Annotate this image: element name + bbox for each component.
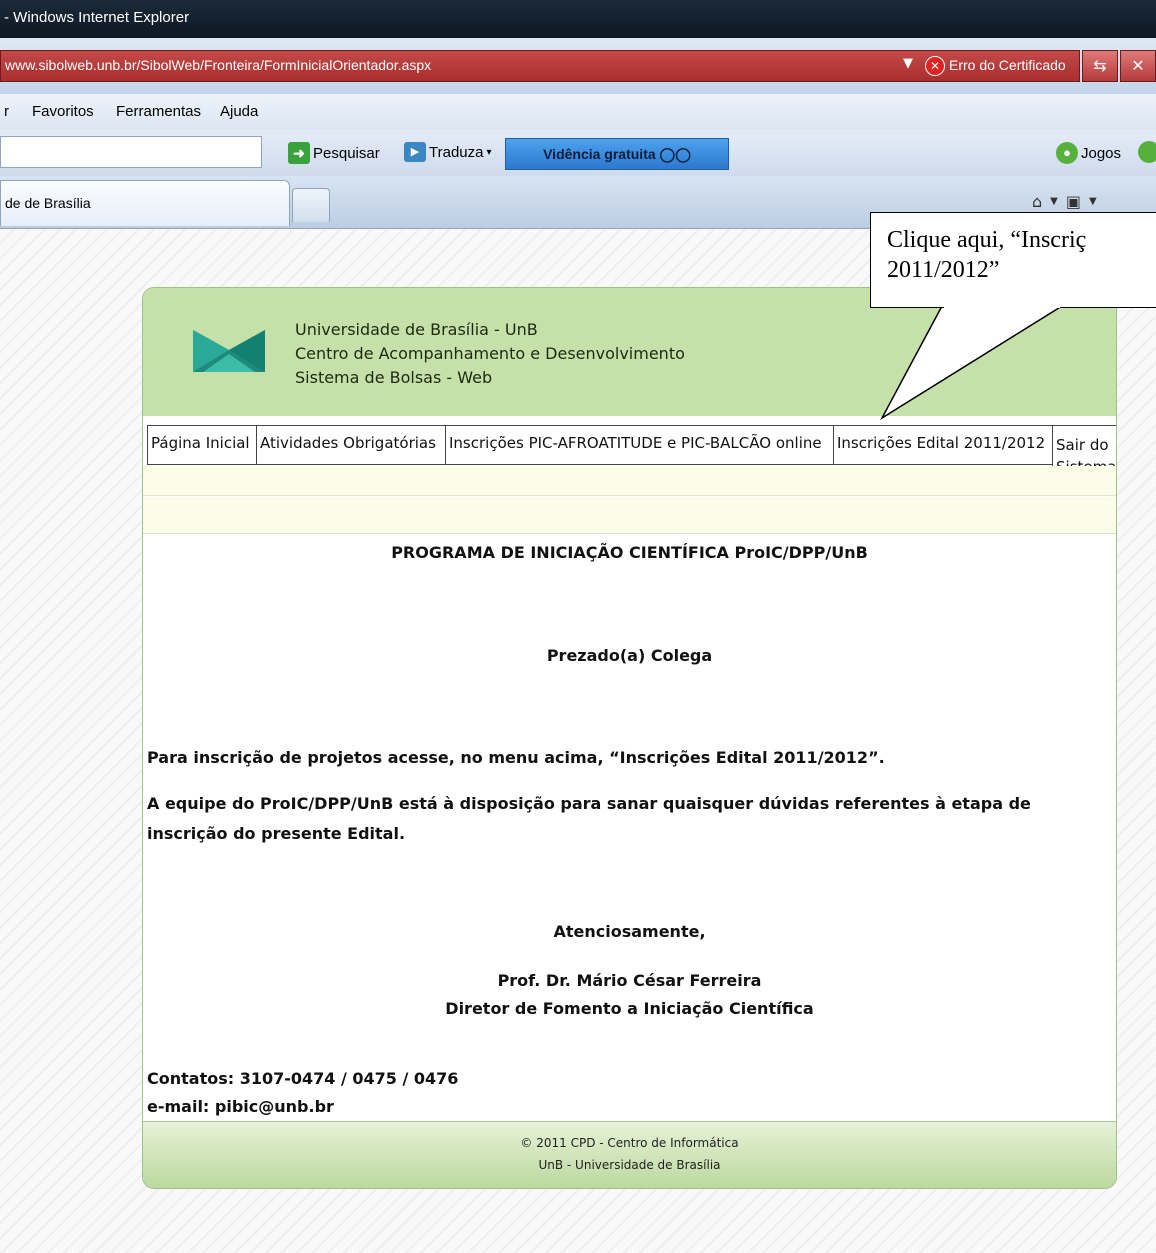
- signer-name: Prof. Dr. Mário César Ferreira: [497, 971, 762, 990]
- nav-inscricoes-pic[interactable]: Inscrições PIC-AFROATITUDE e PIC-BALCÃO …: [445, 425, 833, 465]
- callout-line2: 2011/2012”: [887, 257, 1000, 283]
- nav-inscricoes-edital[interactable]: Inscrições Edital 2011/2012: [833, 425, 1052, 465]
- footer-copyright: © 2011 CPD - Centro de Informática: [520, 1136, 739, 1150]
- signer-role: Diretor de Fomento a Iniciação Científic…: [445, 999, 814, 1018]
- callout-joint: [944, 304, 1060, 308]
- nav-atividades-obrigatorias[interactable]: Atividades Obrigatórias: [256, 425, 445, 465]
- contacts-email: e-mail: pibic@unb.br: [147, 1097, 334, 1116]
- footer-university: UnB - Universidade de Brasília: [538, 1158, 721, 1172]
- main-nav: Página Inicial Atividades Obrigatórias I…: [147, 425, 1116, 487]
- program-title: PROGRAMA DE INICIAÇÃO CIENTÍFICA ProIC/D…: [391, 543, 868, 562]
- contacts-phone: Contatos: 3107-0474 / 0475 / 0476: [147, 1069, 459, 1088]
- site-footer: © 2011 CPD - Centro de Informática UnB -…: [143, 1121, 1116, 1188]
- nav-pagina-inicial[interactable]: Página Inicial: [147, 425, 256, 465]
- closing: Atenciosamente,: [553, 922, 706, 941]
- nav-spacer-band: [143, 466, 1116, 496]
- greeting: Prezado(a) Colega: [546, 646, 713, 665]
- paragraph-inscription: Para inscrição de projetos acesse, no me…: [147, 748, 885, 767]
- sub-header-band: [143, 497, 1116, 534]
- annotation-callout: Clique aqui, “Inscriç 2011/2012”: [870, 212, 1156, 308]
- paragraph-support: A equipe do ProIC/DPP/UnB está à disposi…: [147, 794, 1031, 843]
- callout-line1: Clique aqui, “Inscriç: [887, 227, 1087, 253]
